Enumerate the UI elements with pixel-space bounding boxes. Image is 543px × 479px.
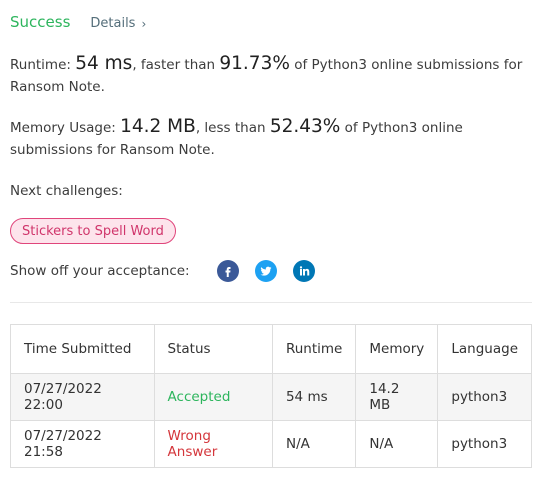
- column-header[interactable]: Runtime: [271, 324, 357, 374]
- status-cell[interactable]: Accepted: [153, 373, 273, 421]
- submissions-table: Time Submitted Status Runtime Memory Lan…: [10, 324, 532, 468]
- result-header: Success Details ›: [10, 13, 146, 31]
- share-row: Show off your acceptance:: [10, 260, 331, 282]
- table-row[interactable]: 07/27/2022 22:00 Accepted 54 ms 14.2 MB …: [10, 373, 532, 421]
- table-row[interactable]: 07/27/2022 21:58 Wrong Answer N/A N/A py…: [10, 420, 532, 468]
- language-cell: python3: [437, 420, 532, 468]
- facebook-icon[interactable]: [216, 260, 239, 282]
- share-label: Show off your acceptance:: [10, 263, 190, 279]
- column-header[interactable]: Memory: [355, 324, 439, 374]
- runtime-value: 54 ms: [75, 53, 133, 74]
- runtime-stat: Runtime: 54 ms, faster than 91.73% of Py…: [10, 53, 530, 98]
- memory-value: 14.2 MB: [120, 116, 196, 137]
- status-title: Success: [10, 13, 71, 31]
- status-cell[interactable]: Wrong Answer: [153, 420, 273, 468]
- column-header[interactable]: Status: [153, 324, 273, 374]
- memory-label: Memory Usage:: [10, 120, 116, 136]
- memory-mid-text: , less than: [195, 120, 266, 136]
- runtime-percent: 91.73%: [219, 53, 290, 74]
- memory-cell: N/A: [355, 420, 439, 468]
- runtime-cell: 54 ms: [271, 373, 357, 421]
- column-header[interactable]: Time Submitted: [10, 324, 155, 374]
- time-submitted-cell: 07/27/2022 22:00: [10, 373, 155, 421]
- details-link[interactable]: Details ›: [90, 16, 146, 31]
- linkedin-icon[interactable]: [292, 260, 315, 282]
- details-label: Details: [90, 16, 136, 31]
- next-challenges-label: Next challenges:: [10, 183, 123, 199]
- chevron-right-icon: ›: [141, 16, 147, 31]
- challenge-chip[interactable]: Stickers to Spell Word: [10, 218, 176, 244]
- runtime-label: Runtime:: [10, 57, 71, 73]
- section-divider: [10, 302, 532, 303]
- runtime-mid-text: , faster than: [132, 57, 216, 73]
- column-header[interactable]: Language: [437, 324, 532, 374]
- time-submitted-cell: 07/27/2022 21:58: [10, 420, 155, 468]
- memory-stat: Memory Usage: 14.2 MB, less than 52.43% …: [10, 116, 530, 161]
- runtime-cell: N/A: [271, 420, 357, 468]
- table-header-row: Time Submitted Status Runtime Memory Lan…: [10, 324, 532, 374]
- memory-percent: 52.43%: [269, 116, 341, 137]
- language-cell: python3: [437, 373, 532, 421]
- memory-cell: 14.2 MB: [355, 373, 439, 421]
- twitter-icon[interactable]: [254, 260, 277, 282]
